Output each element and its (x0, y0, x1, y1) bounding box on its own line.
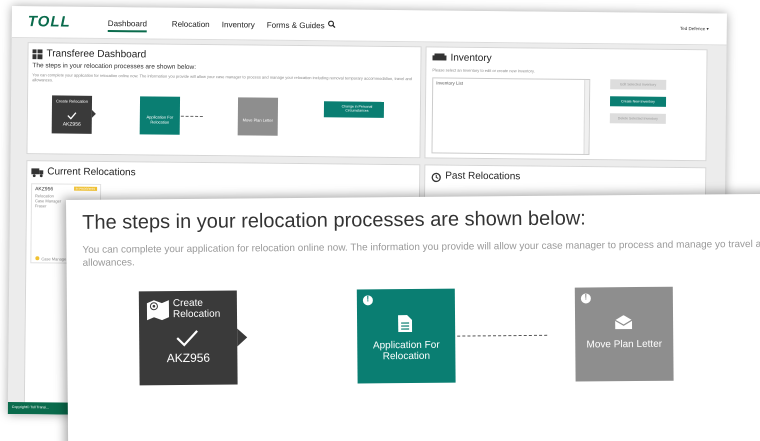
change-circumstances-button[interactable]: Change in Personal Circumstances (323, 101, 385, 118)
screenshot-stage: TOLL Dashboard Relocation Inventory Form… (0, 0, 760, 441)
map-pin-icon (146, 300, 170, 321)
step-connector-line (457, 334, 548, 337)
inventory-list-header: Inventory List (436, 80, 464, 86)
current-relocations-title: Current Relocations (47, 166, 136, 179)
inventory-hint: Please select an Inventory to edit or cr… (432, 67, 535, 74)
inventory-title: Inventory (450, 52, 492, 65)
step-create-relocation[interactable]: Create Relocation AKZ956 (51, 95, 93, 134)
zoom-step-move-plan-title: Move Plan Letter (586, 338, 663, 351)
zoom-step-create-relocation[interactable]: Create Relocation AKZ956 (138, 290, 238, 386)
step-create-relocation-code: AKZ956 (62, 121, 81, 128)
top-navigation: TOLL Dashboard Relocation Inventory Form… (11, 6, 727, 46)
alert-icon: ! (580, 292, 591, 304)
past-relocations-title: Past Relocations (445, 170, 521, 183)
footer-bar: Copyright© Toll Transi... (7, 401, 74, 415)
steps-description: You can complete your application for re… (82, 238, 760, 269)
inventory-list[interactable]: Inventory List (431, 77, 591, 156)
change-circumstances-label: Change in Personal Circumstances (341, 104, 373, 113)
dashboard-description: You can complete your application for re… (32, 72, 413, 83)
step-connector (180, 115, 203, 118)
zoom-step-create-relocation-code: AKZ956 (166, 350, 211, 366)
create-inventory-button[interactable]: Create New Inventory (609, 96, 667, 107)
envelope-icon (615, 315, 633, 330)
footer-copyright: Copyright© Toll Transi... (11, 405, 49, 410)
nav-forms-guides[interactable]: Forms & Guides (267, 21, 325, 31)
alert-icon: ! (362, 294, 373, 306)
zoom-step-application-title: Application For Relocation (372, 339, 440, 363)
edit-inventory-button[interactable]: Edit Selected Inventory (610, 79, 667, 90)
search-icon[interactable] (328, 20, 336, 29)
step-application-title: Application For Relocation (146, 114, 174, 125)
zoomed-steps-panel: The steps in your relocation processes a… (66, 193, 760, 441)
step-move-plan-title: Move Plan Letter (242, 117, 273, 123)
transferee-dashboard-panel: Transferee Dashboard The steps in your r… (26, 42, 422, 159)
status-badge: IN PROGRESS (73, 186, 98, 191)
relocation-card-line3: Fraser (34, 203, 47, 209)
steps-heading: The steps in your relocation processes a… (82, 207, 586, 234)
truck-icon (31, 168, 44, 178)
nav-relocation[interactable]: Relocation (172, 20, 210, 29)
step-move-plan-letter[interactable]: Move Plan Letter (237, 97, 279, 136)
zoom-step-move-plan-letter[interactable]: ! Move Plan Letter (574, 286, 674, 382)
relocation-card-status: Case Manager (41, 256, 68, 262)
inventory-scrollbar[interactable] (583, 79, 590, 155)
step-create-relocation-title: Create Relocation (55, 98, 89, 104)
dashboard-subtitle: The steps in your relocation processes a… (32, 62, 197, 71)
status-dot-icon (35, 256, 40, 261)
dashboard-icon (32, 49, 43, 60)
zoom-step-application-for-relocation[interactable]: ! Application For Relocation (356, 288, 456, 384)
checkmark-icon (176, 330, 198, 347)
checkmark-icon (67, 112, 77, 120)
step-application-for-relocation[interactable]: Application For Relocation (139, 96, 181, 135)
delete-inventory-button[interactable]: Delete Selected Inventory (609, 113, 666, 124)
relocation-card-code: AKZ956 (35, 186, 54, 193)
history-icon (431, 172, 441, 183)
step-arrow (91, 109, 96, 118)
zoom-step-create-relocation-title: Create Relocation (172, 297, 221, 321)
nav-inventory[interactable]: Inventory (222, 20, 255, 29)
sofa-icon (432, 53, 447, 61)
document-icon (398, 315, 413, 333)
toll-logo[interactable]: TOLL (28, 13, 71, 30)
step-arrow-icon (237, 328, 248, 347)
user-menu[interactable]: Ted Defence ▾ (680, 26, 709, 32)
nav-dashboard[interactable]: Dashboard (107, 19, 148, 33)
inventory-panel: Inventory Please select an Inventory to … (424, 46, 708, 162)
dashboard-title: Transferee Dashboard (46, 48, 147, 61)
